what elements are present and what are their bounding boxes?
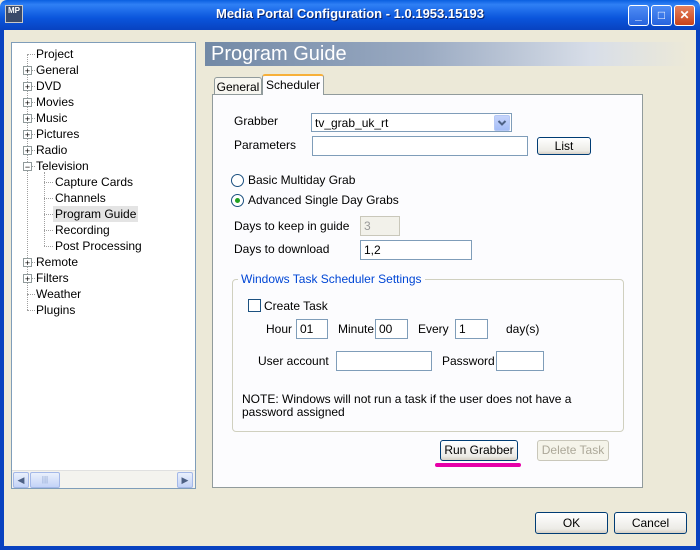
- cancel-button[interactable]: Cancel: [614, 512, 687, 534]
- expand-icon[interactable]: +: [23, 98, 32, 108]
- tree-connector: [44, 198, 53, 199]
- tree-item-channels[interactable]: Channels: [53, 190, 108, 206]
- hour-label: Hour: [266, 322, 293, 336]
- minute-input[interactable]: 00: [375, 319, 408, 339]
- advanced-single-day-radio[interactable]: [231, 194, 244, 207]
- chevron-down-icon: [497, 120, 507, 126]
- tree-item-radio[interactable]: Radio: [34, 142, 69, 158]
- minute-label: Minute: [338, 322, 375, 336]
- tree-horizontal-scrollbar[interactable]: ◀ ||| ▶: [12, 470, 195, 488]
- create-task-label[interactable]: Create Task: [264, 299, 328, 313]
- parameters-input[interactable]: [312, 136, 528, 156]
- hour-input[interactable]: 01: [296, 319, 328, 339]
- expand-icon[interactable]: +: [23, 258, 32, 268]
- expand-icon[interactable]: +: [23, 130, 32, 140]
- grabber-combobox[interactable]: tv_grab_uk_rt: [311, 113, 512, 132]
- settings-tree[interactable]: Project General + DVD + Movies + Music + Pictures…: [11, 42, 196, 489]
- tree-item-remote[interactable]: Remote: [34, 254, 80, 270]
- password-label: Password: [442, 354, 495, 368]
- tree-connector: [44, 182, 53, 183]
- basic-multiday-label[interactable]: Basic Multiday Grab: [248, 173, 355, 187]
- tree-item-filters[interactable]: Filters: [34, 270, 71, 286]
- tree-connector: [44, 214, 53, 215]
- password-note: NOTE: Windows will not run a task if the…: [242, 392, 572, 419]
- tree-root-line: [27, 54, 28, 310]
- scroll-left-button[interactable]: ◀: [13, 472, 29, 488]
- tree-connector: [44, 230, 53, 231]
- ok-button[interactable]: OK: [535, 512, 608, 534]
- highlight-underline: [435, 463, 521, 467]
- tab-scheduler[interactable]: Scheduler: [262, 74, 324, 95]
- scroll-thumb[interactable]: |||: [30, 472, 60, 488]
- window-frame-left: [0, 30, 4, 550]
- tree-item-weather[interactable]: Weather: [34, 286, 83, 302]
- tree-item-movies[interactable]: Movies: [34, 94, 76, 110]
- password-input[interactable]: [496, 351, 544, 371]
- window-title: Media Portal Configuration - 1.0.1953.15…: [215, 6, 485, 21]
- expand-icon[interactable]: +: [23, 82, 32, 92]
- delete-task-button[interactable]: Delete Task: [537, 440, 609, 461]
- days-keep-label: Days to keep in guide: [234, 219, 350, 233]
- tree-item-recording[interactable]: Recording: [53, 222, 112, 238]
- scroll-right-button[interactable]: ▶: [177, 472, 193, 488]
- user-account-label: User account: [258, 354, 329, 368]
- days-download-input[interactable]: 1,2: [360, 240, 472, 260]
- tree-item-music[interactable]: Music: [34, 110, 69, 126]
- tree-connector: [44, 246, 53, 247]
- tree-item-capture-cards[interactable]: Capture Cards: [53, 174, 135, 190]
- parameters-label: Parameters: [234, 138, 297, 152]
- expand-icon[interactable]: +: [23, 146, 32, 156]
- window-frame-right: [696, 30, 700, 550]
- days-download-label: Days to download: [234, 242, 330, 256]
- grabber-dropdown-button[interactable]: [494, 115, 510, 131]
- days-keep-input[interactable]: 3: [360, 216, 400, 236]
- tree-item-project[interactable]: Project: [34, 46, 75, 62]
- close-button[interactable]: ✕: [674, 5, 695, 26]
- window-frame-bottom: [0, 546, 700, 550]
- radio-selected-dot: [235, 198, 240, 203]
- list-button[interactable]: List: [537, 137, 591, 155]
- tree-item-dvd[interactable]: DVD: [34, 78, 63, 94]
- page-title: Program Guide: [205, 42, 688, 66]
- tree-item-plugins[interactable]: Plugins: [34, 302, 77, 318]
- minimize-button[interactable]: _: [628, 5, 649, 26]
- tree-television-line: [44, 172, 45, 246]
- run-grabber-button[interactable]: Run Grabber: [440, 440, 518, 461]
- expand-icon[interactable]: +: [23, 114, 32, 124]
- tree-item-program-guide[interactable]: Program Guide: [53, 206, 139, 222]
- every-input[interactable]: 1: [455, 319, 488, 339]
- user-account-input[interactable]: [336, 351, 432, 371]
- tree-item-pictures[interactable]: Pictures: [34, 126, 81, 142]
- advanced-single-day-label[interactable]: Advanced Single Day Grabs: [248, 193, 399, 207]
- days-unit-label: day(s): [506, 322, 540, 336]
- expand-icon[interactable]: +: [23, 274, 32, 284]
- task-scheduler-group-title: Windows Task Scheduler Settings: [238, 272, 425, 286]
- collapse-icon[interactable]: −: [23, 162, 32, 172]
- tree-item-general[interactable]: General: [34, 62, 81, 78]
- expand-icon[interactable]: +: [23, 66, 32, 76]
- create-task-checkbox[interactable]: [248, 299, 261, 312]
- grabber-value: tv_grab_uk_rt: [315, 116, 389, 130]
- tree-item-television[interactable]: Television: [34, 158, 91, 174]
- tree-item-post-processing[interactable]: Post Processing: [53, 238, 144, 254]
- basic-multiday-radio[interactable]: [231, 174, 244, 187]
- maximize-button[interactable]: □: [651, 5, 672, 26]
- grabber-label: Grabber: [234, 114, 279, 128]
- every-label: Every: [418, 322, 449, 336]
